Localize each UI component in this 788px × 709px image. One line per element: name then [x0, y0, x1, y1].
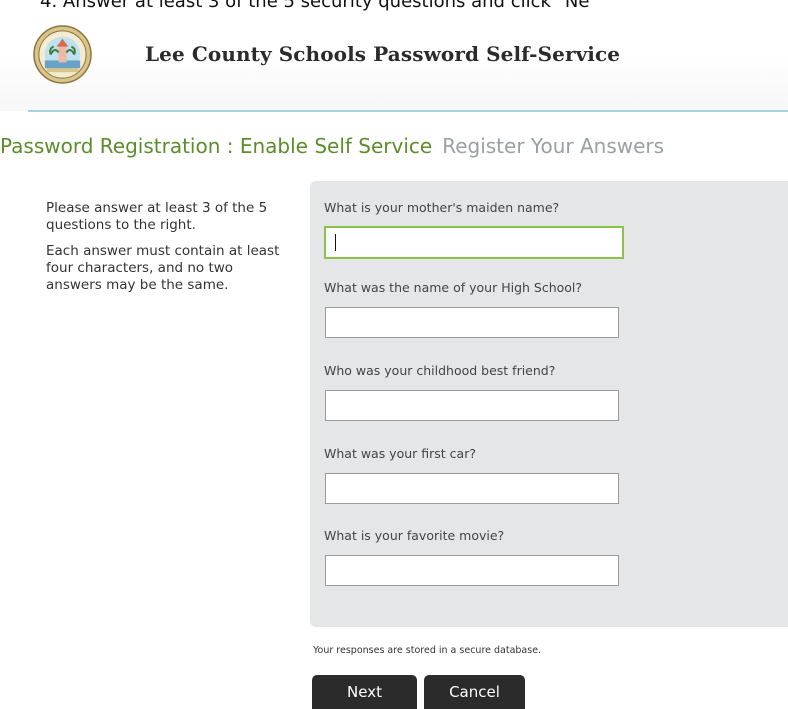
next-step-label: Register Your Answers: [442, 134, 665, 158]
secure-storage-note: Your responses are stored in a secure da…: [313, 645, 542, 656]
instructions-paragraph-1: Please answer at least 3 of the 5 questi…: [46, 200, 268, 233]
questions-panel: What is your mother's maiden name? What …: [310, 181, 788, 627]
school-district-seal-icon: [33, 25, 92, 84]
answer-input-3[interactable]: [325, 390, 619, 421]
current-step-label: Enable Self Service: [239, 134, 433, 158]
text-caret: [335, 234, 336, 251]
cancel-button[interactable]: Cancel: [424, 675, 525, 709]
instructions-paragraph-2: Each answer must contain at least four c…: [46, 243, 280, 293]
answer-input-4[interactable]: [325, 473, 619, 504]
question-1: What is your mother's maiden name?: [324, 200, 704, 259]
top-instruction-text: 4. Answer at least 3 of the 5 security q…: [40, 0, 590, 12]
question-4: What was your first car?: [324, 446, 704, 504]
question-label: What was your first car?: [324, 446, 476, 461]
question-label: What is your favorite movie?: [324, 528, 505, 543]
next-button[interactable]: Next: [312, 675, 417, 709]
question-label: Who was your childhood best friend?: [324, 363, 556, 378]
header-divider: [28, 110, 788, 112]
instructions-block: Please answer at least 3 of the 5 questi…: [46, 200, 286, 303]
page-heading: Password Registration : Enable Self Serv…: [0, 134, 664, 158]
answer-input-5[interactable]: [325, 555, 619, 586]
heading-prefix: Password Registration :: [0, 134, 240, 158]
question-label: What is your mother's maiden name?: [324, 200, 560, 215]
site-title: Lee County Schools Password Self-Service: [145, 42, 621, 66]
question-5: What is your favorite movie?: [324, 528, 704, 586]
question-label: What was the name of your High School?: [324, 280, 583, 295]
answer-input-2[interactable]: [325, 307, 619, 338]
question-3: Who was your childhood best friend?: [324, 363, 704, 421]
question-2: What was the name of your High School?: [324, 280, 704, 338]
answer-input-1[interactable]: [324, 226, 624, 259]
